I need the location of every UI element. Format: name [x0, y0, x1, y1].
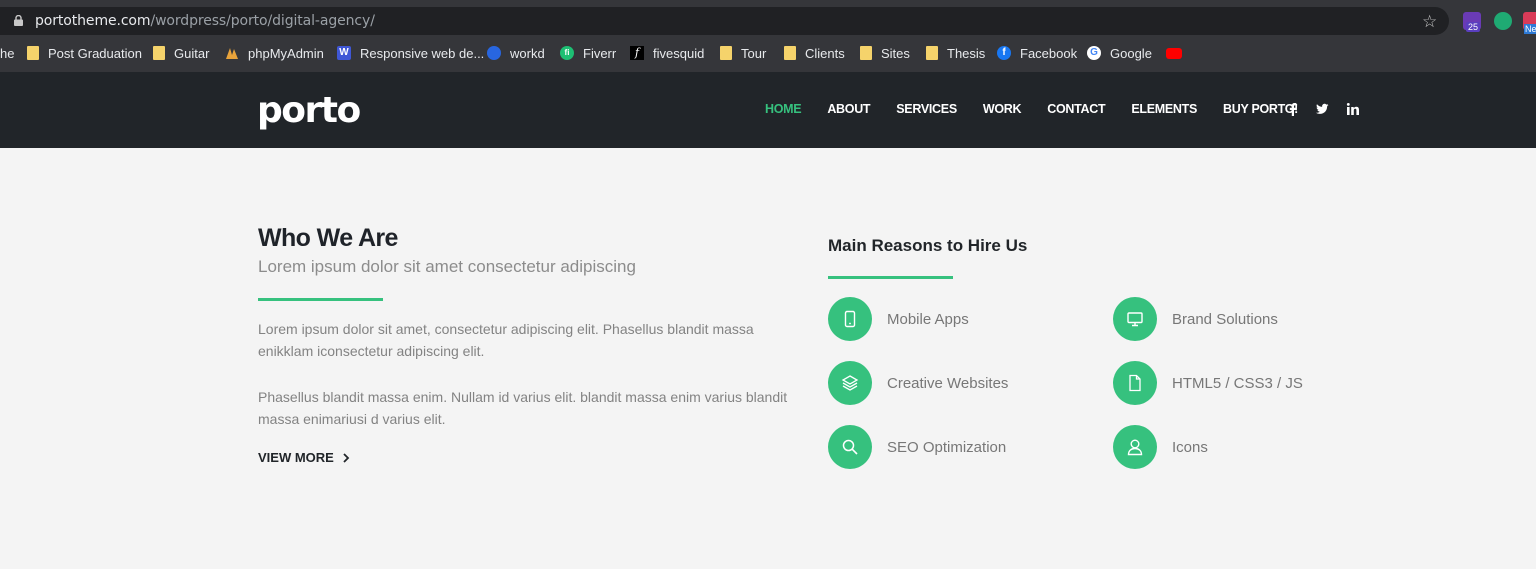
feature-icon-circle [1113, 297, 1157, 341]
bookmark-sites[interactable]: Sites [860, 44, 910, 62]
feature-html5-css3-js: HTML5 / CSS3 / JS [1113, 361, 1303, 405]
bookmark-fivesquid[interactable]: f fivesquid [630, 44, 704, 62]
mobile-icon [844, 310, 856, 328]
browser-chrome: portotheme.com/wordpress/porto/digital-a… [0, 0, 1536, 72]
who-we-are-title: Who We Are [258, 224, 398, 252]
main-content: Who We Are Lorem ipsum dolor sit amet co… [0, 148, 1536, 569]
extension-badge-1: 25 [1466, 22, 1481, 32]
feature-label: SEO Optimization [887, 438, 1007, 456]
user-icon [1127, 439, 1143, 456]
fiverr-icon: fi [560, 46, 574, 60]
view-more-label: VIEW MORE [258, 450, 334, 465]
twitter-icon[interactable] [1315, 102, 1329, 116]
bookmark-star-icon[interactable]: ☆ [1422, 12, 1437, 32]
feature-seo-optimization: SEO Optimization [828, 425, 1006, 469]
feature-creative-websites: Creative Websites [828, 361, 1008, 405]
monitor-icon [1127, 312, 1143, 327]
bookmark-cut[interactable]: he [0, 44, 14, 62]
folder-icon [784, 46, 796, 60]
bookmark-google[interactable]: G Google [1087, 44, 1152, 62]
nav-contact[interactable]: CONTACT [1047, 102, 1105, 116]
youtube-icon [1166, 47, 1182, 59]
chevron-right-icon [343, 452, 350, 463]
nav-home[interactable]: HOME [765, 102, 802, 116]
extension-badge-3: Ne [1524, 24, 1536, 34]
lock-icon [14, 15, 23, 26]
feature-icon-circle [828, 297, 872, 341]
reasons-underline [828, 276, 953, 279]
bookmark-workd[interactable]: workd [487, 44, 545, 62]
folder-icon [720, 46, 732, 60]
fivesquid-icon: f [630, 46, 644, 60]
feature-brand-solutions: Brand Solutions [1113, 297, 1278, 341]
phpmyadmin-icon [226, 48, 238, 59]
feature-label: Icons [1172, 438, 1208, 456]
feature-label: Creative Websites [887, 374, 1009, 392]
title-underline [258, 298, 383, 301]
who-paragraph-1: Lorem ipsum dolor sit amet, consectetur … [258, 321, 754, 359]
feature-icon-circle [1113, 425, 1157, 469]
site-logo[interactable]: porto [257, 90, 361, 131]
site-header: porto HOME ABOUT SERVICES WORK CONTACT E… [0, 72, 1536, 148]
layers-icon [841, 375, 859, 391]
feature-label: Brand Solutions [1172, 310, 1278, 328]
facebook-icon: f [997, 46, 1011, 60]
bookmark-phpmyadmin[interactable]: phpMyAdmin [225, 44, 324, 62]
workd-icon [487, 46, 501, 60]
bookmarks-bar: he Post Graduation Guitar phpMyAdmin W Re… [0, 40, 1536, 66]
reasons-title: Main Reasons to Hire Us [828, 236, 1028, 255]
document-icon [1129, 374, 1141, 392]
extension-icon-2[interactable] [1494, 12, 1512, 30]
nav-about[interactable]: ABOUT [827, 102, 870, 116]
nav-work[interactable]: WORK [983, 102, 1022, 116]
linkedin-icon[interactable] [1346, 102, 1360, 116]
bookmark-post-graduation[interactable]: Post Graduation [27, 44, 142, 62]
main-nav: HOME ABOUT SERVICES WORK CONTACT ELEMENT… [765, 102, 1324, 116]
address-bar[interactable]: portotheme.com/wordpress/porto/digital-a… [0, 7, 1449, 35]
folder-icon [27, 46, 39, 60]
view-more-link[interactable]: VIEW MORE [258, 450, 350, 465]
bookmark-guitar[interactable]: Guitar [153, 44, 209, 62]
feature-label: Mobile Apps [887, 310, 969, 328]
facebook-icon[interactable] [1286, 102, 1300, 116]
bookmark-fiverr[interactable]: fi Fiverr [560, 44, 616, 62]
bookmark-youtube[interactable] [1166, 44, 1191, 62]
feature-label: HTML5 / CSS3 / JS [1172, 374, 1303, 392]
address-row: portotheme.com/wordpress/porto/digital-a… [0, 0, 1536, 40]
search-icon [842, 439, 858, 455]
feature-icon-circle [828, 361, 872, 405]
folder-icon [860, 46, 872, 60]
feature-icons: Icons [1113, 425, 1208, 469]
folder-icon [926, 46, 938, 60]
google-icon: G [1087, 46, 1101, 60]
bookmark-responsive[interactable]: W Responsive web de... [337, 44, 484, 62]
bookmark-thesis[interactable]: Thesis [926, 44, 985, 62]
bookmark-facebook[interactable]: f Facebook [997, 44, 1077, 62]
who-paragraph-2: Phasellus blandit massa enim. Nullam id … [258, 389, 788, 427]
url-text[interactable]: portotheme.com/wordpress/porto/digital-a… [35, 13, 375, 29]
bookmark-clients[interactable]: Clients [784, 44, 845, 62]
folder-icon [153, 46, 165, 60]
bookmark-tour[interactable]: Tour [720, 44, 766, 62]
who-we-are-subtitle: Lorem ipsum dolor sit amet consectetur a… [258, 257, 636, 276]
feature-icon-circle [1113, 361, 1157, 405]
nav-elements[interactable]: ELEMENTS [1131, 102, 1197, 116]
nav-services[interactable]: SERVICES [896, 102, 957, 116]
feature-mobile-apps: Mobile Apps [828, 297, 969, 341]
w-icon: W [337, 46, 351, 60]
feature-icon-circle [828, 425, 872, 469]
